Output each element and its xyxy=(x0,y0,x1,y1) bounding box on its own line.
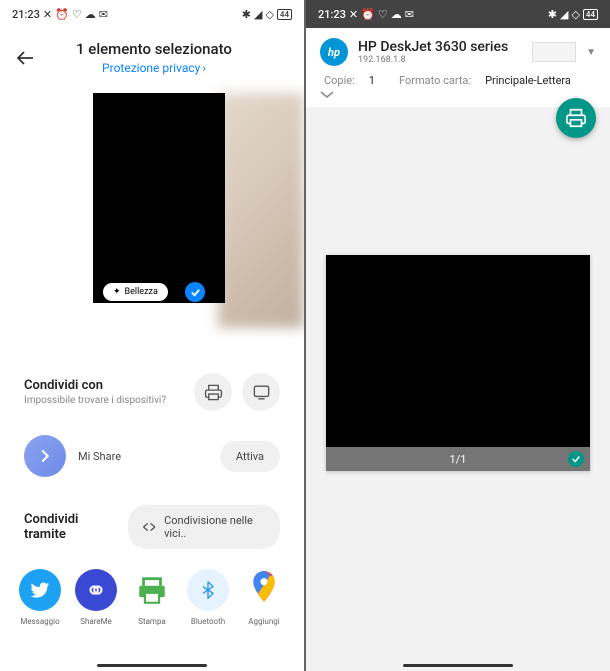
mishare-icon xyxy=(24,435,66,477)
nearby-share-button[interactable]: Condivisione nelle vici.. xyxy=(128,505,280,549)
whatsapp-icon: ♡ xyxy=(378,8,388,21)
page-indicator: 1/1 xyxy=(450,453,467,466)
printer-field[interactable] xyxy=(532,42,576,62)
wifi-icon: ◇ xyxy=(265,8,273,21)
preview-area: ✦ Bellezza xyxy=(0,93,304,363)
share-with-label: Condividi con xyxy=(24,378,166,393)
mail-icon: ✉ xyxy=(405,8,414,21)
whatsapp-icon: ♡ xyxy=(72,8,82,21)
app-twitter[interactable]: Messaggio xyxy=(12,569,68,626)
app-print[interactable]: Stampa xyxy=(124,569,180,626)
nav-bar[interactable] xyxy=(403,664,513,667)
copies-label: Copie: xyxy=(324,74,355,87)
preview-page-image xyxy=(326,255,590,447)
bluetooth-icon: ✱ xyxy=(242,8,251,21)
beauty-chip[interactable]: ✦ Bellezza xyxy=(103,283,168,301)
status-time: 21:23 xyxy=(12,8,40,21)
mail-icon: ✉ xyxy=(99,8,108,21)
copies-value[interactable]: 1 xyxy=(369,74,375,87)
infinity-icon xyxy=(85,579,107,601)
page-title: 1 elemento selezionato xyxy=(50,40,258,58)
chevron-down-icon xyxy=(320,91,334,99)
selected-check[interactable] xyxy=(185,282,205,302)
page-selected-check[interactable] xyxy=(568,451,584,467)
expand-options[interactable] xyxy=(320,89,596,101)
preview-image[interactable] xyxy=(93,93,225,303)
cast-button[interactable] xyxy=(242,373,280,411)
dropdown-icon[interactable]: ▼ xyxy=(586,47,596,58)
status-bar: 21:23 ✕ ⏰ ♡ ☁ ✉ ✱ ◢ ◇ 44 xyxy=(306,0,610,28)
share-with-sublabel[interactable]: Impossibile trovare i dispositivi? xyxy=(24,395,166,406)
printer-button[interactable] xyxy=(194,373,232,411)
chevron-right-icon: › xyxy=(202,61,206,75)
battery-icon: 44 xyxy=(277,9,292,20)
battery-icon: 44 xyxy=(583,9,598,20)
print-fab[interactable] xyxy=(556,98,596,138)
app-shareme[interactable]: ShareMe xyxy=(68,569,124,626)
bluetooth-icon xyxy=(198,580,218,600)
status-time: 21:23 xyxy=(318,8,346,21)
mishare-label: Mi Share xyxy=(78,450,208,463)
hp-logo-icon: hp xyxy=(320,38,348,66)
app-bluetooth[interactable]: Bluetooth xyxy=(180,569,236,626)
nearby-icon xyxy=(142,520,156,534)
signal-icon: ◢ xyxy=(560,8,568,21)
signal-icon: ◢ xyxy=(254,8,262,21)
share-via-label: Condividi tramite xyxy=(24,512,114,542)
preview-blur xyxy=(218,93,304,328)
printer-selector[interactable]: hp HP DeskJet 3630 series 192.168.1.8 ▼ xyxy=(320,38,596,66)
wand-icon: ✦ xyxy=(113,287,121,297)
print-icon xyxy=(135,573,169,607)
printer-ip: 192.168.1.8 xyxy=(358,55,522,65)
format-value[interactable]: Principale-Lettera xyxy=(485,74,571,87)
silent-icon: ✕ xyxy=(349,8,358,21)
cloud-icon: ☁ xyxy=(85,8,96,21)
printer-name: HP DeskJet 3630 series xyxy=(358,39,522,55)
twitter-icon xyxy=(29,579,51,601)
silent-icon: ✕ xyxy=(43,8,52,21)
back-button[interactable] xyxy=(16,48,36,68)
cloud-icon: ☁ xyxy=(391,8,402,21)
alarm-icon: ⏰ xyxy=(361,8,375,21)
format-label: Formato carta: xyxy=(399,74,471,87)
alarm-icon: ⏰ xyxy=(55,8,69,21)
maps-icon xyxy=(249,571,279,609)
nav-bar[interactable] xyxy=(97,664,207,667)
status-bar: 21:23 ✕ ⏰ ♡ ☁ ✉ ✱ ◢ ◇ 44 xyxy=(0,0,304,28)
print-preview[interactable]: 1/1 xyxy=(326,255,590,471)
bluetooth-icon: ✱ xyxy=(548,8,557,21)
privacy-link[interactable]: Protezione privacy › xyxy=(50,61,258,75)
print-icon xyxy=(565,107,587,129)
activate-button[interactable]: Attiva xyxy=(220,441,280,472)
app-maps[interactable]: Aggiungi xyxy=(236,569,292,626)
wifi-icon: ◇ xyxy=(571,8,579,21)
